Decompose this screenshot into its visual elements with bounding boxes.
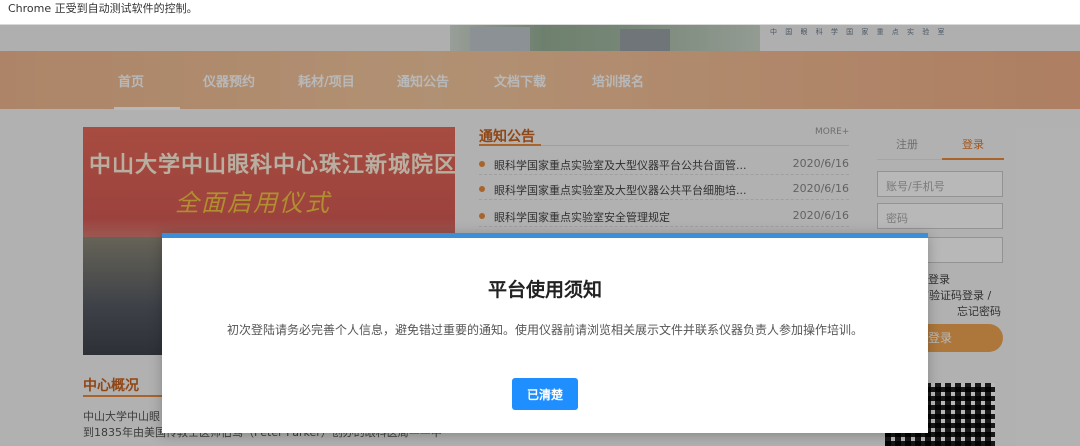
dialog-message: 初次登陆请务必完善个人信息，避免错过重要的通知。使用仪器前请浏览相关展示文件并联… xyxy=(226,323,863,337)
dialog-title: 平台使用须知 xyxy=(487,279,602,301)
platform-notice-dialog: 平台使用须知 初次登陆请务必完善个人信息，避免错过重要的通知。使用仪器前请浏览相… xyxy=(162,233,928,433)
acknowledge-button[interactable]: 已清楚 xyxy=(512,378,578,410)
automation-infobar: Chrome 正受到自动测试软件的控制。 xyxy=(0,0,1080,25)
infobar-text: Chrome 正受到自动测试软件的控制。 xyxy=(8,2,198,15)
